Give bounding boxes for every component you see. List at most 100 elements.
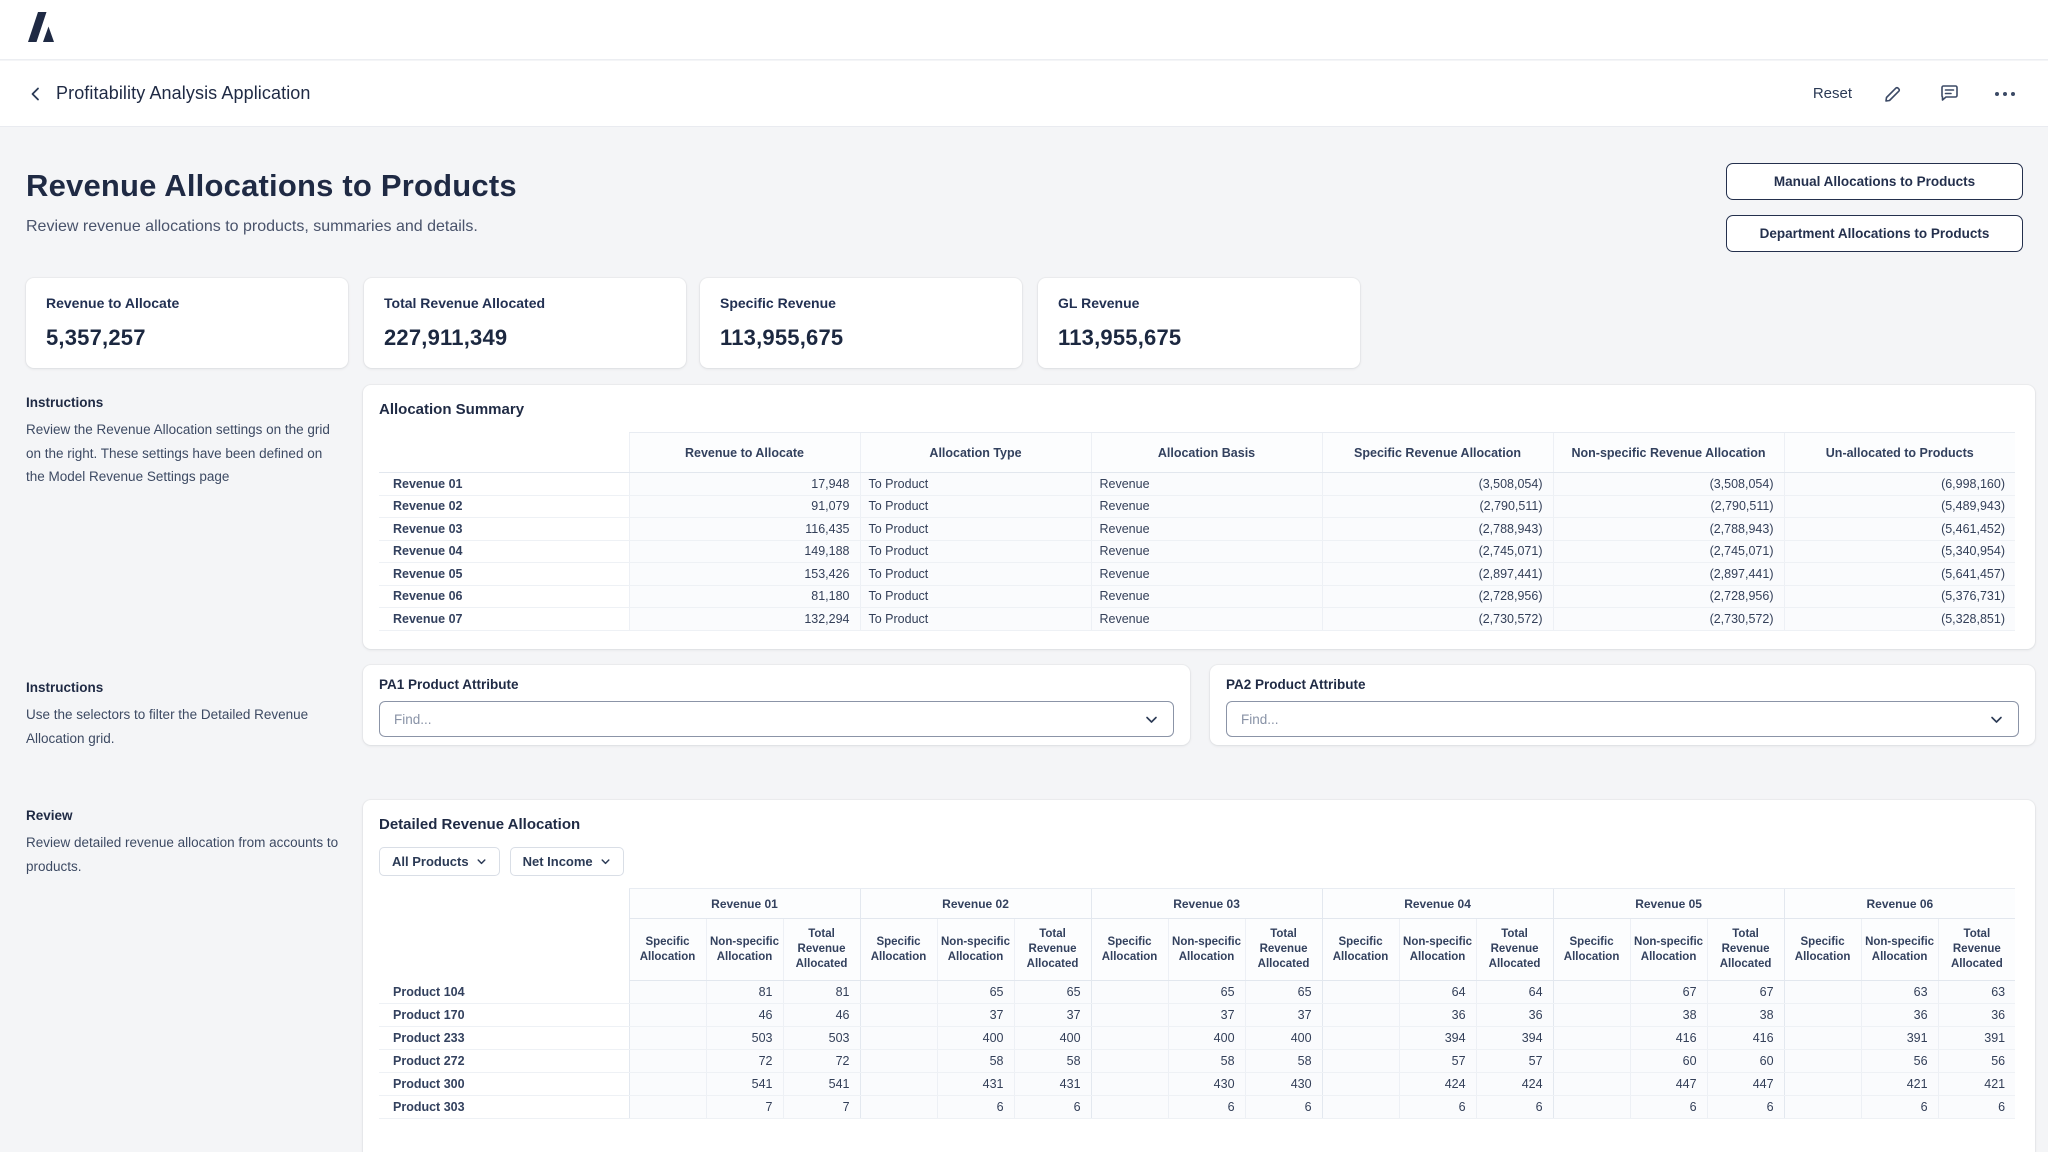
grid-cell[interactable] xyxy=(1322,1027,1399,1050)
grid-cell[interactable]: 132,294 xyxy=(629,608,860,631)
grid-cell[interactable]: 153,426 xyxy=(629,563,860,586)
grid-cell[interactable]: 63 xyxy=(1938,981,2015,1004)
grid-cell[interactable] xyxy=(1553,1027,1630,1050)
pa1-find-input[interactable] xyxy=(380,712,1094,727)
grid-cell[interactable] xyxy=(860,981,937,1004)
grid-cell[interactable]: (2,897,441) xyxy=(1553,563,1784,586)
pa1-dropdown[interactable] xyxy=(379,701,1174,737)
grid-cell[interactable]: 36 xyxy=(1476,1004,1553,1027)
grid-cell[interactable]: 81 xyxy=(783,981,860,1004)
grid-cell[interactable]: 6 xyxy=(1399,1096,1476,1119)
grid-cell[interactable] xyxy=(1322,1004,1399,1027)
grid-cell[interactable] xyxy=(860,1073,937,1096)
grid-cell[interactable] xyxy=(1322,981,1399,1004)
grid-cell[interactable] xyxy=(1091,1050,1168,1073)
grid-cell[interactable] xyxy=(629,981,706,1004)
row-label-cell[interactable]: Revenue 04 xyxy=(379,540,629,563)
grid-cell[interactable]: Revenue xyxy=(1091,540,1322,563)
grid-cell[interactable]: To Product xyxy=(860,608,1091,631)
grid-cell[interactable] xyxy=(1784,1073,1861,1096)
grid-cell[interactable]: 63 xyxy=(1861,981,1938,1004)
grid-cell[interactable]: 17,948 xyxy=(629,473,860,496)
grid-cell[interactable] xyxy=(1553,1004,1630,1027)
grid-cell[interactable]: To Product xyxy=(860,563,1091,586)
grid-cell[interactable]: (2,730,572) xyxy=(1322,608,1553,631)
grid-cell[interactable]: (2,728,956) xyxy=(1322,585,1553,608)
grid-cell[interactable]: 6 xyxy=(1245,1096,1322,1119)
grid-cell[interactable]: 116,435 xyxy=(629,518,860,541)
grid-cell[interactable]: 394 xyxy=(1399,1027,1476,1050)
grid-cell[interactable]: 391 xyxy=(1861,1027,1938,1050)
more-ellipsis-icon[interactable] xyxy=(1990,79,2020,109)
grid-cell[interactable]: 6 xyxy=(1476,1096,1553,1119)
grid-cell[interactable]: (2,790,511) xyxy=(1553,495,1784,518)
grid-cell[interactable]: 400 xyxy=(1014,1027,1091,1050)
grid-cell[interactable] xyxy=(1091,1096,1168,1119)
grid-cell[interactable] xyxy=(1322,1096,1399,1119)
grid-cell[interactable]: (3,508,054) xyxy=(1553,473,1784,496)
grid-cell[interactable]: Revenue xyxy=(1091,585,1322,608)
grid-cell[interactable]: 64 xyxy=(1399,981,1476,1004)
grid-cell[interactable]: 67 xyxy=(1707,981,1784,1004)
row-label-cell[interactable]: Revenue 03 xyxy=(379,518,629,541)
grid-cell[interactable]: Revenue xyxy=(1091,608,1322,631)
grid-cell[interactable] xyxy=(1322,1073,1399,1096)
grid-cell[interactable] xyxy=(629,1027,706,1050)
grid-cell[interactable]: (3,508,054) xyxy=(1322,473,1553,496)
all-products-filter[interactable]: All Products xyxy=(379,847,500,876)
row-label-cell[interactable]: Revenue 05 xyxy=(379,563,629,586)
grid-cell[interactable]: 36 xyxy=(1938,1004,2015,1027)
row-label-cell[interactable]: Product 104 xyxy=(379,981,629,1004)
grid-cell[interactable]: 58 xyxy=(1168,1050,1245,1073)
grid-cell[interactable] xyxy=(860,1004,937,1027)
grid-cell[interactable]: To Product xyxy=(860,473,1091,496)
grid-cell[interactable]: 424 xyxy=(1399,1073,1476,1096)
row-label-cell[interactable]: Revenue 06 xyxy=(379,585,629,608)
grid-cell[interactable] xyxy=(1784,1004,1861,1027)
grid-cell[interactable]: 72 xyxy=(706,1050,783,1073)
pa2-find-input[interactable] xyxy=(1227,712,1939,727)
grid-cell[interactable]: 541 xyxy=(783,1073,860,1096)
grid-cell[interactable]: 81,180 xyxy=(629,585,860,608)
grid-cell[interactable]: Revenue xyxy=(1091,518,1322,541)
grid-cell[interactable]: 503 xyxy=(706,1027,783,1050)
grid-cell[interactable]: 394 xyxy=(1476,1027,1553,1050)
pa2-dropdown[interactable] xyxy=(1226,701,2019,737)
grid-cell[interactable]: 6 xyxy=(1630,1096,1707,1119)
department-allocations-button[interactable]: Department Allocations to Products xyxy=(1726,215,2023,252)
grid-cell[interactable]: 416 xyxy=(1630,1027,1707,1050)
grid-cell[interactable]: 6 xyxy=(1707,1096,1784,1119)
row-label-cell[interactable]: Revenue 07 xyxy=(379,608,629,631)
edit-pencil-icon[interactable] xyxy=(1878,79,1908,109)
grid-cell[interactable]: 60 xyxy=(1707,1050,1784,1073)
row-label-cell[interactable]: Product 272 xyxy=(379,1050,629,1073)
grid-cell[interactable] xyxy=(1553,1096,1630,1119)
grid-cell[interactable]: 37 xyxy=(1168,1004,1245,1027)
grid-cell[interactable]: 64 xyxy=(1476,981,1553,1004)
grid-cell[interactable]: (5,376,731) xyxy=(1784,585,2015,608)
grid-cell[interactable]: To Product xyxy=(860,518,1091,541)
grid-cell[interactable]: To Product xyxy=(860,585,1091,608)
grid-cell[interactable]: 58 xyxy=(1014,1050,1091,1073)
grid-cell[interactable] xyxy=(1784,1050,1861,1073)
reset-button[interactable]: Reset xyxy=(1813,85,1852,102)
comment-icon[interactable] xyxy=(1934,79,1964,109)
grid-cell[interactable]: (5,461,452) xyxy=(1784,518,2015,541)
grid-cell[interactable]: To Product xyxy=(860,495,1091,518)
manual-allocations-button[interactable]: Manual Allocations to Products xyxy=(1726,163,2023,200)
grid-cell[interactable]: 37 xyxy=(937,1004,1014,1027)
grid-cell[interactable]: 391 xyxy=(1938,1027,2015,1050)
grid-cell[interactable]: 38 xyxy=(1630,1004,1707,1027)
grid-cell[interactable]: (2,788,943) xyxy=(1553,518,1784,541)
grid-cell[interactable]: 6 xyxy=(1014,1096,1091,1119)
grid-cell[interactable]: (2,897,441) xyxy=(1322,563,1553,586)
grid-cell[interactable]: 7 xyxy=(783,1096,860,1119)
anaplan-logo-icon[interactable] xyxy=(28,12,54,47)
grid-cell[interactable]: 416 xyxy=(1707,1027,1784,1050)
grid-cell[interactable] xyxy=(1091,1004,1168,1027)
grid-cell[interactable]: 57 xyxy=(1476,1050,1553,1073)
grid-cell[interactable] xyxy=(860,1027,937,1050)
grid-cell[interactable]: 400 xyxy=(1168,1027,1245,1050)
grid-cell[interactable]: 400 xyxy=(937,1027,1014,1050)
grid-cell[interactable] xyxy=(1091,981,1168,1004)
